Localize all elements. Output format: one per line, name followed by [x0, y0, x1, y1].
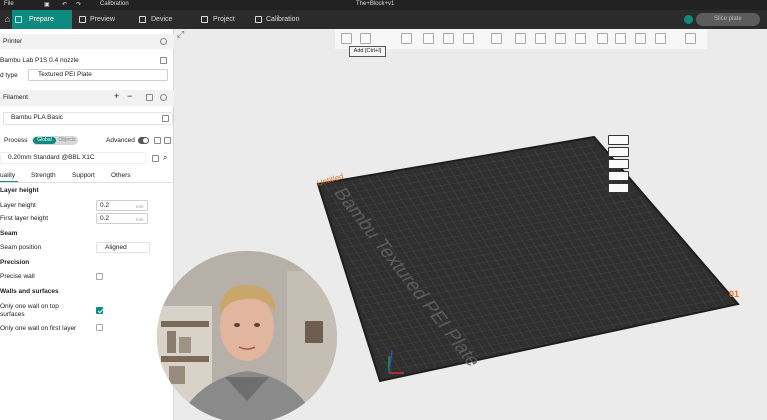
plate-lock-icon[interactable]	[608, 171, 629, 181]
build-plate[interactable]: Bambu Textured PEI Plate Untitled 01	[0, 0, 767, 420]
plate-arrange-icon[interactable]	[608, 147, 629, 157]
plate-number: 01	[729, 289, 739, 299]
plate-settings-icon[interactable]	[608, 183, 629, 193]
plate-side-toolbar	[606, 135, 632, 193]
presenter-video	[157, 251, 337, 420]
webcam-overlay	[157, 251, 337, 420]
plate-orient-icon[interactable]	[608, 159, 629, 169]
plate-close-icon[interactable]	[608, 135, 629, 145]
